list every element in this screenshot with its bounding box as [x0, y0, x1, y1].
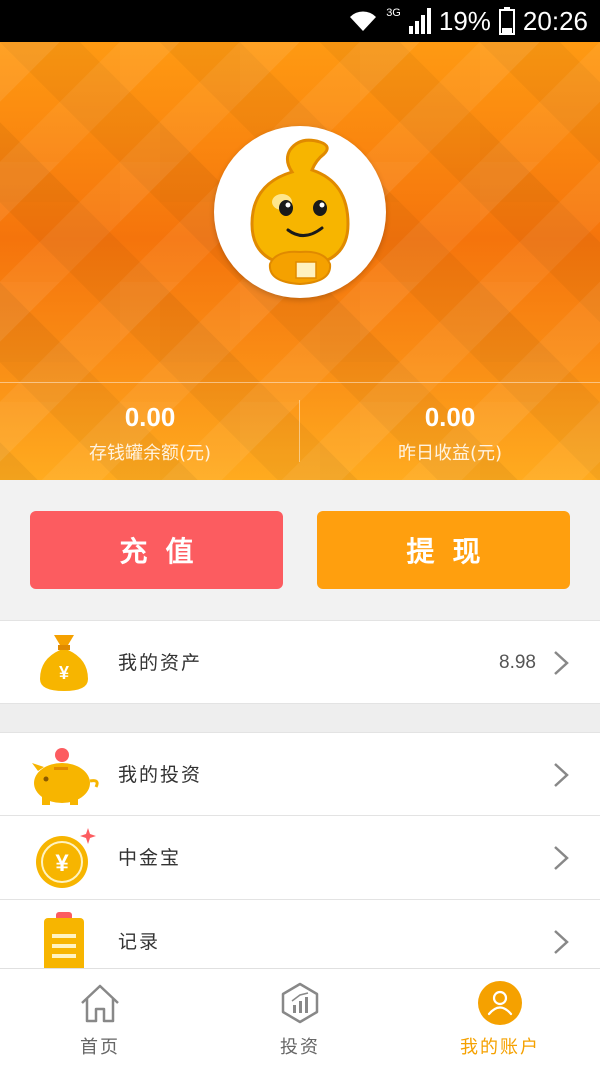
chevron-right-icon — [554, 930, 569, 954]
mascot-icon — [220, 132, 380, 292]
status-bar: 3G 19% 20:26 — [0, 0, 600, 42]
recharge-button[interactable]: 充值 — [30, 511, 283, 589]
piggy-bank-icon — [32, 748, 99, 805]
action-area: 充值 提现 — [0, 480, 600, 620]
tab-account-label: 我的账户 — [460, 1037, 540, 1058]
tab-home[interactable]: 首页 — [0, 969, 200, 1067]
menu-item-gold[interactable]: ¥ 中金宝 — [0, 816, 600, 900]
chevron-right-icon — [554, 651, 569, 675]
chevron-right-icon — [554, 763, 569, 787]
wifi-icon — [350, 11, 377, 31]
bottom-tab-bar: 首页 投资 我的账户 — [0, 968, 600, 1067]
menu-item-assets[interactable]: ¥ 我的资产 8.98 — [0, 620, 600, 704]
balance-stat: 0.00 存钱罐余额(元) — [0, 402, 300, 465]
balance-label: 存钱罐余额(元) — [88, 443, 212, 464]
invest-label: 我的投资 — [118, 764, 203, 786]
section-gap — [0, 704, 600, 732]
withdraw-button[interactable]: 提现 — [317, 511, 570, 589]
yesterday-stat: 0.00 昨日收益(元) — [300, 402, 600, 465]
signal-icon — [408, 8, 431, 34]
network-type: 3G — [386, 7, 401, 19]
gold-coin-icon: ¥ — [36, 828, 96, 888]
home-icon — [81, 984, 119, 1023]
battery-icon — [498, 7, 515, 35]
battery-percent: 19% — [438, 5, 491, 36]
svg-text:¥: ¥ — [55, 850, 69, 877]
menu-item-invest[interactable]: 我的投资 — [0, 732, 600, 816]
header-divider — [0, 382, 600, 383]
balance-value: 0.00 — [124, 402, 176, 432]
gold-label: 中金宝 — [118, 847, 182, 869]
tab-home-label: 首页 — [80, 1037, 120, 1058]
tab-account[interactable]: 我的账户 — [400, 969, 600, 1067]
yesterday-value: 0.00 — [424, 402, 476, 432]
clipboard-icon — [44, 912, 84, 972]
account-icon — [478, 981, 522, 1025]
assets-label: 我的资产 — [118, 652, 203, 674]
account-header: 0.00 存钱罐余额(元) 0.00 昨日收益(元) — [0, 42, 600, 480]
invest-icon — [281, 982, 319, 1024]
clock: 20:26 — [522, 5, 588, 36]
tab-invest-label: 投资 — [280, 1037, 320, 1058]
yesterday-label: 昨日收益(元) — [397, 443, 503, 464]
assets-value: 8.98 — [499, 652, 536, 673]
avatar[interactable] — [214, 126, 386, 298]
chevron-right-icon — [554, 846, 569, 870]
svg-text:¥: ¥ — [59, 663, 69, 683]
tab-invest[interactable]: 投资 — [200, 969, 400, 1067]
money-bag-icon: ¥ — [40, 635, 88, 691]
